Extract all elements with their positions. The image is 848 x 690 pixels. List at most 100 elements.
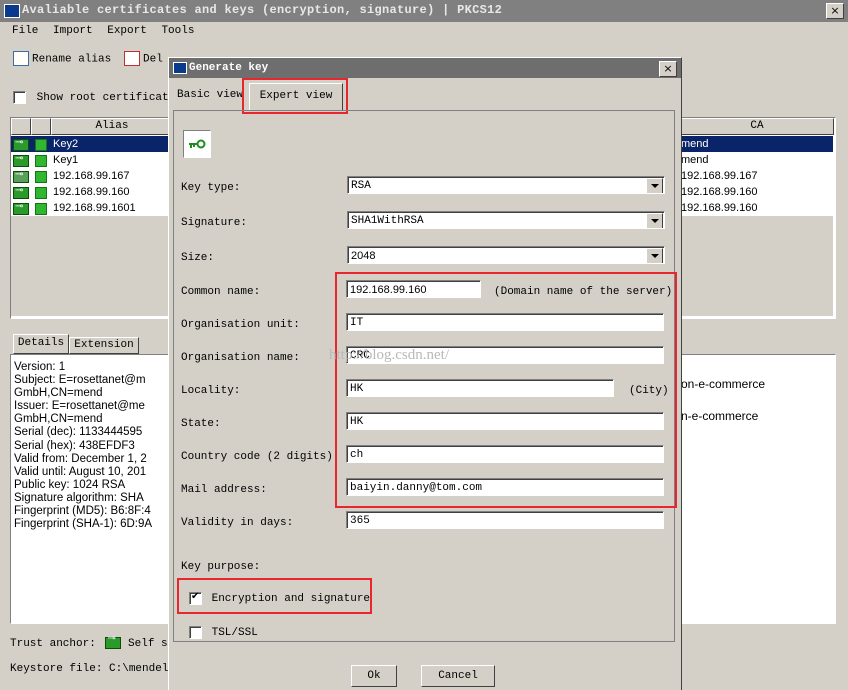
status-icon: [35, 203, 47, 215]
dialog-title-bar: Generate key ×: [169, 58, 681, 78]
row-ca: 192.168.99.167: [681, 170, 758, 182]
key-logo-icon: [188, 139, 206, 149]
dialog-app-icon: [173, 62, 187, 74]
highlight-key-purpose: [177, 578, 372, 614]
menu-export[interactable]: Export: [107, 25, 147, 37]
details-right-text-1: on-e-commerce: [681, 377, 766, 391]
trust-anchor-row: Trust anchor: Self si: [10, 633, 174, 650]
row-ca: 192.168.99.160: [681, 186, 758, 198]
common-name-label: Common name:: [181, 286, 261, 298]
org-name-label: Organisation name:: [181, 352, 300, 364]
key-type-select[interactable]: RSA: [347, 176, 665, 194]
state-label: State:: [181, 418, 221, 430]
details-line: Issuer: E=rosettanet@me: [14, 400, 145, 413]
signature-select[interactable]: SHA1WithRSA: [347, 211, 665, 229]
show-root-checkbox[interactable]: [13, 91, 26, 104]
highlight-subject-fields: [335, 272, 677, 508]
key-logo: [183, 130, 211, 158]
signature-value: SHA1WithRSA: [351, 215, 424, 227]
table-header-status-col: [31, 118, 51, 135]
details-line: Serial (dec): 1133444595: [14, 426, 143, 439]
key-icon: [105, 633, 122, 649]
highlight-expert-tab: [242, 78, 348, 114]
keystore-file-label: Keystore file: C:\mendel:: [10, 663, 176, 675]
cancel-button[interactable]: Cancel: [421, 665, 495, 687]
chevron-down-icon[interactable]: [646, 248, 663, 263]
tsl-ssl-checkbox[interactable]: [189, 626, 202, 639]
country-code-label: Country code (2 digits):: [181, 451, 340, 463]
key-purpose-label: Key purpose:: [181, 561, 261, 573]
tab-extension[interactable]: Extension: [69, 337, 139, 354]
delete-button[interactable]: Del: [124, 51, 163, 66]
status-icon: [35, 139, 47, 151]
row-alias: Key2: [53, 138, 79, 150]
rename-icon: [13, 51, 29, 66]
tsl-ssl-option[interactable]: TSL/SSL: [189, 626, 258, 639]
table-header-alias[interactable]: Alias: [51, 118, 173, 135]
details-line: GmbH,CN=mend: [14, 387, 103, 400]
row-ca: 192.168.99.160: [681, 202, 758, 214]
row-alias: 192.168.99.1601: [53, 202, 136, 214]
row-alias: 192.168.99.160: [53, 186, 130, 198]
watermark: http://blog.csdn.net/: [329, 347, 449, 363]
details-line: Fingerprint (MD5): B6:8F:4: [14, 505, 151, 518]
key-icon: [13, 151, 29, 167]
key-icon: [13, 135, 29, 151]
tab-details[interactable]: Details: [13, 334, 69, 354]
rename-alias-button[interactable]: Rename alias: [13, 51, 111, 66]
details-line: Signature algorithm: SHA: [14, 491, 144, 504]
app-icon: [4, 4, 20, 18]
validity-label: Validity in days:: [181, 517, 294, 529]
status-icon: [35, 187, 47, 199]
chevron-down-icon[interactable]: [646, 213, 663, 228]
show-root-label: Show root certificate: [36, 92, 176, 105]
tsl-ssl-label: TSL/SSL: [211, 627, 258, 640]
details-text: Version: 1 Subject: E=rosettanet@m GmbH,…: [14, 361, 152, 531]
table-header-ca[interactable]: CA: [680, 118, 834, 135]
details-right-text-2: n-e-commerce: [681, 409, 759, 423]
status-icon: [35, 155, 47, 167]
details-line: Valid until: August 10, 201: [14, 465, 147, 478]
tab-basic-view[interactable]: Basic view: [177, 89, 243, 101]
main-title-bar: Avaliable certificates and keys (encrypt…: [0, 0, 848, 22]
status-icon: [35, 171, 47, 183]
details-line: GmbH,CN=mend: [14, 413, 103, 426]
menu-tools[interactable]: Tools: [161, 25, 194, 37]
delete-label: Del: [143, 53, 163, 66]
menu-file[interactable]: File: [12, 25, 38, 37]
size-label: Size:: [181, 252, 215, 264]
window-title: Avaliable certificates and keys (encrypt…: [22, 3, 503, 17]
dialog-close-button[interactable]: ×: [659, 61, 677, 77]
generate-key-dialog: Generate key × Basic view Expert view Ke…: [168, 57, 682, 690]
org-unit-label: Organisation unit:: [181, 319, 300, 331]
row-ca: mend: [681, 138, 709, 150]
ok-button[interactable]: Ok: [351, 665, 397, 687]
dialog-title: Generate key: [189, 62, 269, 74]
chevron-down-icon[interactable]: [646, 178, 663, 193]
table-header-icon-col: [11, 118, 31, 135]
details-line: Fingerprint (SHA-1): 6D:9A: [14, 518, 153, 531]
validity-input[interactable]: 365: [346, 511, 664, 529]
row-ca: mend: [681, 154, 709, 166]
trust-anchor-label: Trust anchor:: [10, 637, 96, 650]
details-line: Version: 1: [14, 361, 66, 373]
size-value: 2048: [351, 250, 376, 262]
size-select[interactable]: 2048: [347, 246, 665, 264]
show-root-toggle[interactable]: Show root certificate: [13, 91, 175, 104]
menubar: File Import Export Tools: [12, 25, 202, 37]
menu-import[interactable]: Import: [53, 25, 93, 37]
details-line: Subject: E=rosettanet@m: [14, 374, 146, 387]
key-type-label: Key type:: [181, 182, 241, 194]
details-line: Serial (hex): 438EFDF3: [14, 439, 135, 452]
row-alias: Key1: [53, 154, 79, 166]
key-icon: [13, 183, 29, 199]
certificate-icon: [13, 167, 29, 183]
locality-label: Locality:: [181, 385, 241, 397]
mail-address-label: Mail address:: [181, 484, 267, 496]
key-type-value: RSA: [351, 180, 371, 192]
key-icon: [13, 199, 29, 215]
row-alias: 192.168.99.167: [53, 170, 130, 182]
delete-icon: [124, 51, 140, 66]
rename-label: Rename alias: [32, 53, 112, 66]
main-close-button[interactable]: ×: [826, 3, 844, 19]
